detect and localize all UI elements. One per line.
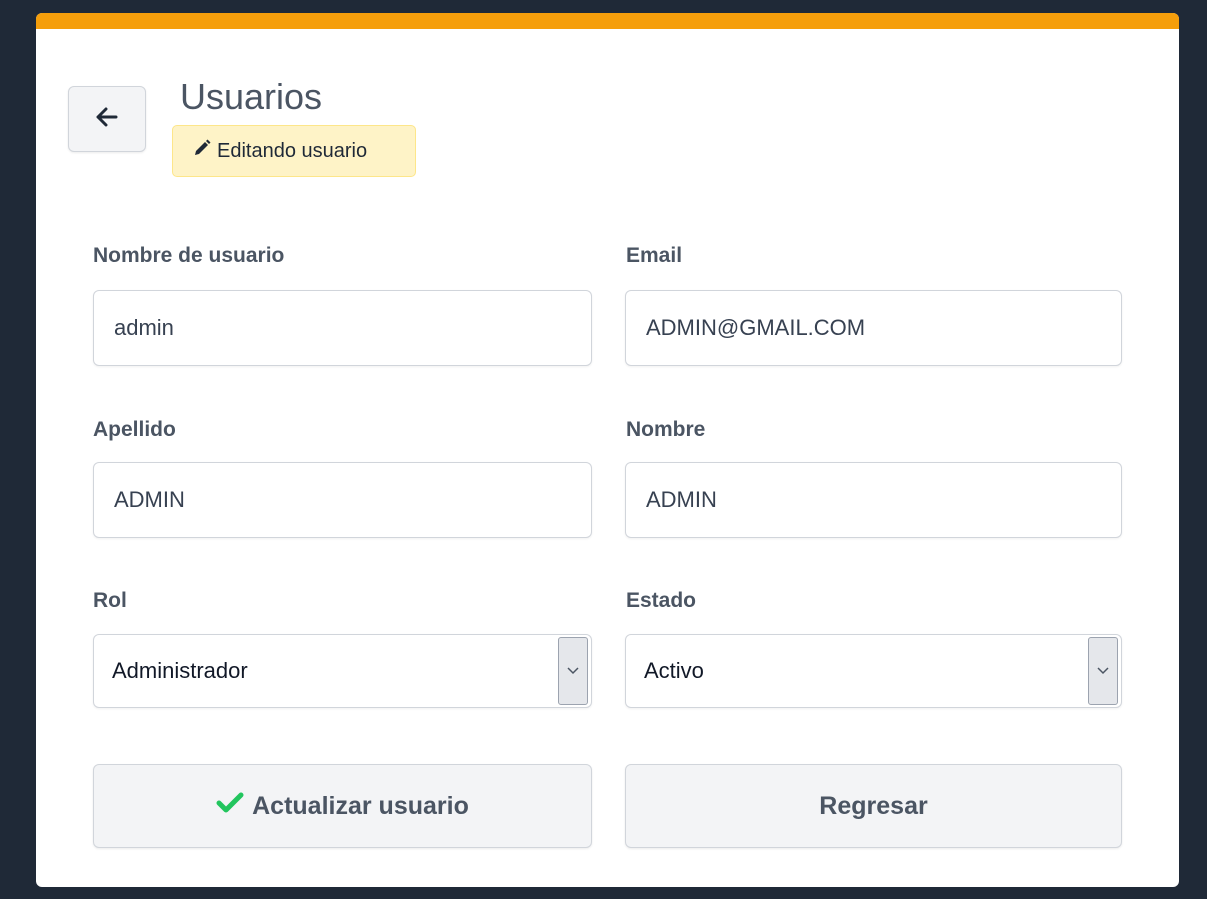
pencil-icon bbox=[193, 139, 217, 163]
firstname-input[interactable]: ADMIN bbox=[625, 462, 1122, 538]
lastname-input[interactable]: ADMIN bbox=[93, 462, 592, 538]
email-value: ADMIN@GMAIL.COM bbox=[646, 315, 866, 340]
check-icon bbox=[216, 792, 252, 821]
chevron-down-icon[interactable] bbox=[558, 637, 588, 705]
lastname-label: Apellido bbox=[93, 418, 176, 441]
badge-label: Editando usuario bbox=[217, 139, 368, 162]
role-select[interactable]: Administrador bbox=[93, 634, 592, 708]
lastname-value: ADMIN bbox=[114, 487, 185, 512]
update-user-button[interactable]: Actualizar usuario bbox=[93, 764, 592, 848]
update-user-label: Actualizar usuario bbox=[252, 791, 469, 820]
status-select[interactable]: Activo bbox=[625, 634, 1122, 708]
editing-status-badge: Editando usuario bbox=[172, 125, 416, 177]
username-label: Nombre de usuario bbox=[93, 244, 285, 267]
return-label: Regresar bbox=[819, 791, 928, 820]
username-input[interactable]: admin bbox=[93, 290, 592, 366]
card-accent-bar bbox=[36, 13, 1179, 29]
email-input[interactable]: ADMIN@GMAIL.COM bbox=[625, 290, 1122, 366]
status-value: Activo bbox=[644, 658, 704, 683]
firstname-value: ADMIN bbox=[646, 487, 717, 512]
status-label: Estado bbox=[626, 589, 697, 612]
back-button[interactable] bbox=[68, 86, 146, 152]
return-button[interactable]: Regresar bbox=[625, 764, 1122, 848]
user-edit-card: Usuarios Editando usuario Nombre de usua… bbox=[36, 13, 1179, 887]
firstname-label: Nombre bbox=[626, 418, 706, 441]
role-label: Rol bbox=[93, 589, 127, 612]
page-title: Usuarios bbox=[180, 76, 323, 117]
chevron-down-icon[interactable] bbox=[1088, 637, 1118, 705]
arrow-left-icon bbox=[96, 107, 118, 132]
email-label: Email bbox=[626, 244, 683, 267]
username-value: admin bbox=[114, 315, 174, 340]
role-value: Administrador bbox=[112, 658, 248, 683]
